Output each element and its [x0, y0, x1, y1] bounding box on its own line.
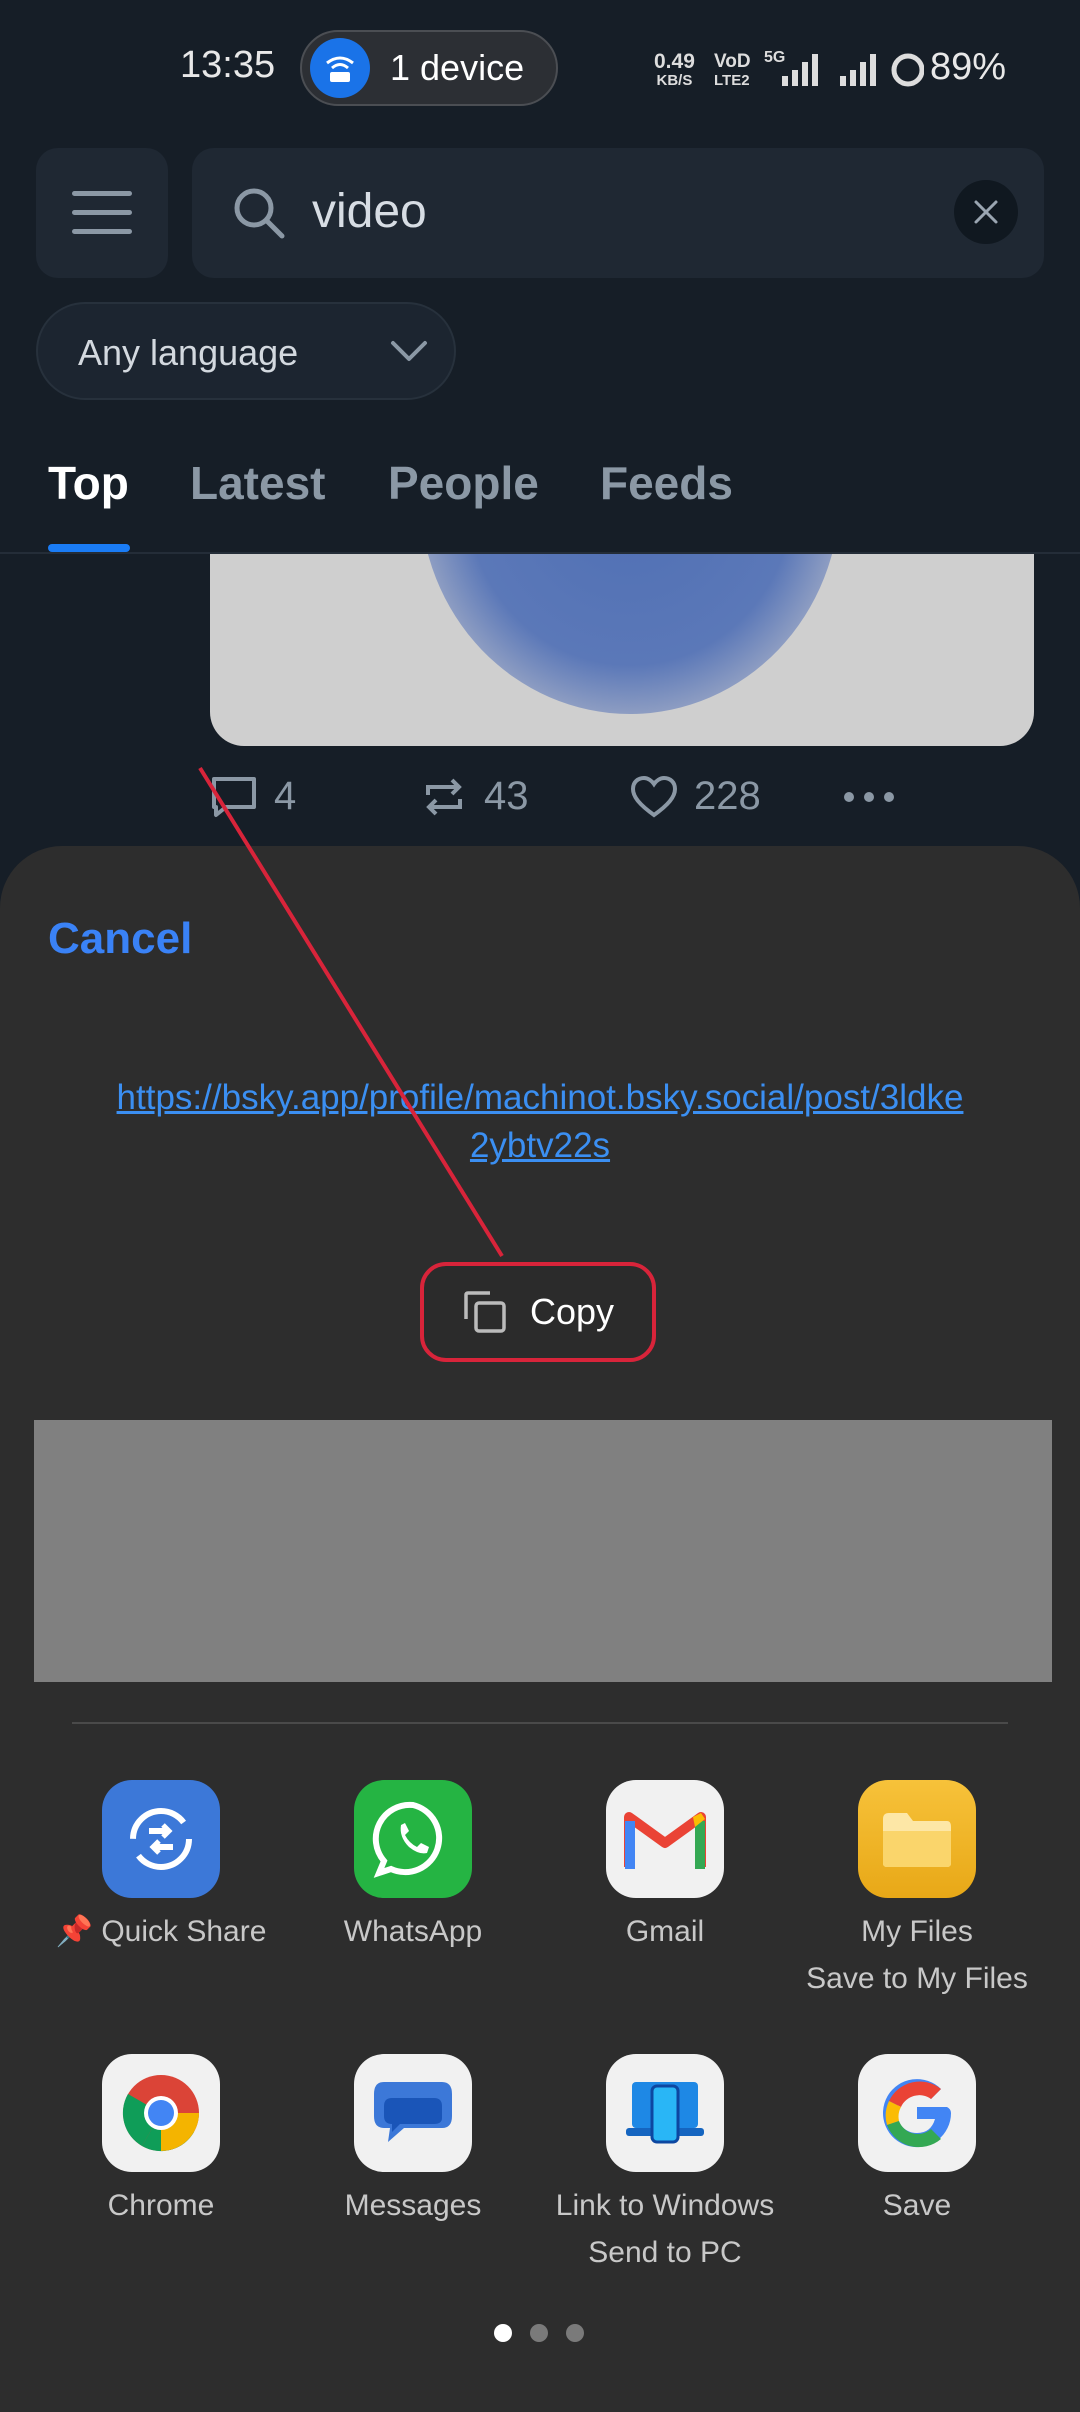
copy-icon [464, 1291, 506, 1333]
like-button[interactable]: 228 [630, 774, 761, 819]
cancel-button[interactable]: Cancel [48, 914, 192, 964]
clear-search-button[interactable] [954, 180, 1018, 244]
more-options-button[interactable] [842, 790, 896, 809]
folder-icon [858, 1780, 976, 1898]
chrome-icon [102, 2054, 220, 2172]
tab-people[interactable]: People [388, 456, 539, 510]
share-url-link[interactable]: https://bsky.app/profile/machinot.bsky.s… [110, 1074, 970, 1170]
share-sheet: Cancel https://bsky.app/profile/machinot… [0, 846, 1080, 2412]
whatsapp-icon [354, 1780, 472, 1898]
search-bar[interactable]: video [192, 148, 1044, 278]
app-label-my-files: My Files [861, 1915, 973, 1948]
svg-text:5G: 5G [764, 49, 785, 66]
repost-icon [426, 778, 462, 815]
network-speed-value: 0.49 [654, 50, 695, 73]
app-whatsapp[interactable]: WhatsApp [287, 1780, 539, 1955]
app-label-chrome: Chrome [107, 2189, 215, 2222]
copy-button[interactable]: Copy [420, 1262, 656, 1362]
menu-button[interactable] [36, 148, 168, 278]
google-icon [858, 2054, 976, 2172]
close-icon [974, 200, 998, 224]
repost-count: 43 [484, 774, 529, 818]
app-label-whatsapp: WhatsApp [343, 1915, 483, 1948]
like-count: 228 [694, 774, 761, 818]
network-speed-unit: KB/S [656, 72, 693, 89]
hotspot-label: 1 device [390, 47, 525, 88]
page-dot-2[interactable] [530, 2324, 548, 2342]
volte-indicator: VoD LTE2 [714, 52, 751, 90]
tab-top[interactable]: Top [48, 456, 129, 510]
gmail-icon [606, 1780, 724, 1898]
status-time: 13:35 [180, 44, 276, 86]
volte-bottom: LTE2 [714, 72, 750, 89]
heart-icon [630, 775, 678, 817]
post-image-content [420, 554, 840, 714]
pin-icon: 📌 [55, 1915, 93, 1948]
app-sublabel-my-files: Save to My Files [806, 1962, 1028, 1995]
app-quick-share[interactable]: 📌 Quick Share [35, 1780, 287, 1955]
app-sublabel-link-to-windows: Send to PC [588, 2236, 742, 2269]
post-image[interactable] [210, 554, 1034, 746]
app-messages[interactable]: Messages [287, 2054, 539, 2229]
quick-share-icon [102, 1780, 220, 1898]
repost-button[interactable]: 43 [420, 774, 529, 819]
search-icon [234, 188, 285, 239]
app-google-save[interactable]: Save [791, 2054, 1043, 2229]
share-preview [34, 1420, 1052, 1682]
search-input[interactable]: video [312, 184, 427, 239]
app-gmail[interactable]: Gmail [539, 1780, 791, 1955]
messages-icon [354, 2054, 472, 2172]
reply-button[interactable]: 4 [210, 774, 296, 819]
app-label-gmail: Gmail [625, 1915, 705, 1948]
hamburger-icon [72, 191, 132, 234]
network-speed: 0.49 KB/S [654, 50, 695, 90]
comment-icon [212, 776, 256, 817]
app-link-to-windows[interactable]: Link to Windows Send to PC [539, 2054, 791, 2276]
chevron-down-icon [391, 341, 427, 361]
language-dropdown[interactable]: Any language [36, 302, 456, 400]
more-icon [844, 792, 894, 802]
app-label-save: Save [882, 2189, 952, 2222]
tab-indicator [48, 544, 130, 552]
signal-icons: 5G [764, 48, 925, 95]
link-to-windows-icon [606, 2054, 724, 2172]
app-label-quick-share: Quick Share [101, 1915, 267, 1948]
sheet-divider [72, 1722, 1008, 1724]
hotspot-indicator[interactable]: 1 device [300, 30, 558, 106]
app-my-files[interactable]: My Files Save to My Files [791, 1780, 1043, 2002]
reply-count: 4 [274, 774, 297, 818]
tab-latest[interactable]: Latest [190, 456, 325, 510]
battery-percentage: 89% [930, 46, 1007, 88]
tab-feeds[interactable]: Feeds [600, 456, 733, 510]
app-label-link-to-windows: Link to Windows [555, 2189, 775, 2222]
page-dot-3[interactable] [566, 2324, 584, 2342]
app-chrome[interactable]: Chrome [35, 2054, 287, 2229]
copy-label: Copy [529, 1291, 615, 1332]
language-label: Any language [78, 332, 299, 373]
page-dot-1[interactable] [494, 2324, 512, 2342]
volte-top: VoD [714, 51, 751, 72]
app-label-messages: Messages [344, 2189, 482, 2222]
hotspot-icon [310, 38, 370, 98]
